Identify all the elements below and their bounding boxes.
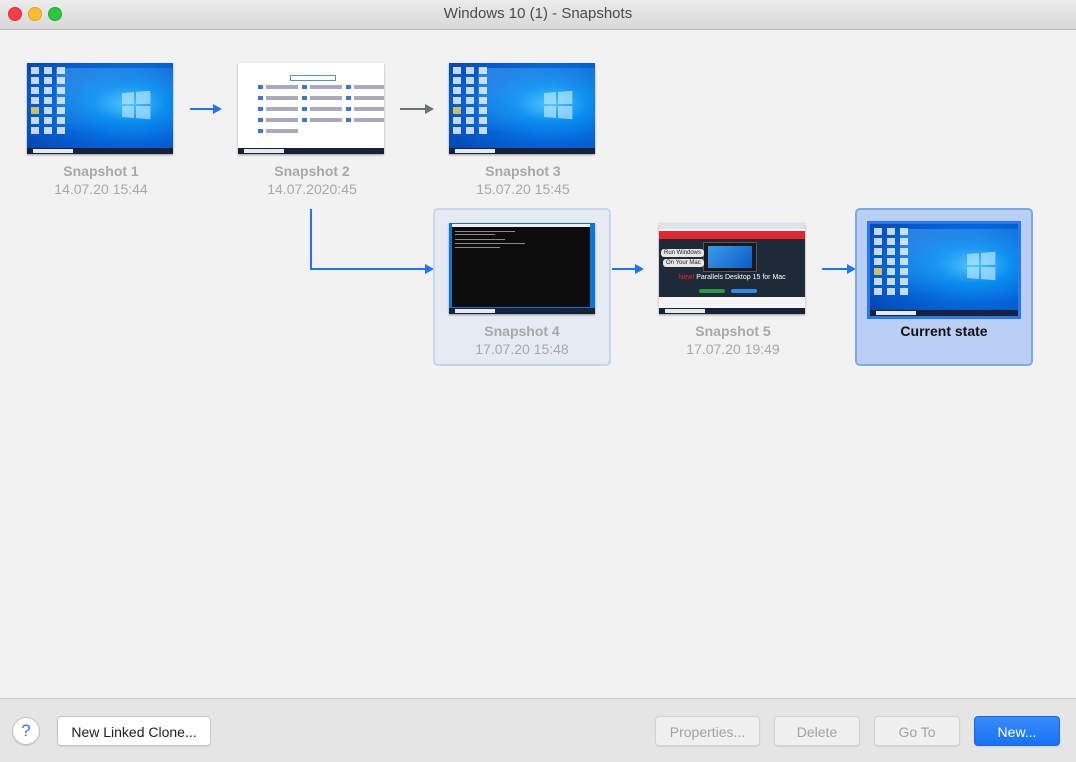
link-s4-s5 — [612, 268, 636, 270]
snapshot-thumbnail — [449, 63, 595, 154]
snapshot-name: Snapshot 5 — [695, 323, 771, 339]
desktop-icons — [874, 228, 909, 295]
question-mark-icon: ? — [21, 721, 31, 740]
current-state-node[interactable]: Current state — [855, 208, 1033, 366]
taskbar — [870, 310, 1018, 316]
windows-desktop-thumbnail — [870, 224, 1018, 316]
new-linked-clone-button[interactable]: New Linked Clone... — [57, 716, 211, 746]
snapshot-thumbnail — [238, 63, 384, 154]
snapshot-thumbnail — [449, 223, 595, 314]
link-s2-s4 — [310, 268, 426, 270]
snapshot-node[interactable]: Snapshot 3 15.07.20 15:45 — [434, 49, 612, 207]
new-snapshot-button[interactable]: New... — [974, 716, 1060, 746]
snapshot-node-selected[interactable]: Snapshot 4 17.07.20 15:48 — [433, 208, 611, 366]
current-state-label: Current state — [900, 323, 988, 339]
link-s2-s3 — [400, 108, 426, 110]
snapshot-thumbnail — [870, 224, 1018, 316]
snapshot-name: Snapshot 2 — [274, 163, 350, 179]
snapshot-thumbnail: Run Windows On Your Mac New! Parallels D… — [659, 223, 805, 314]
title-bar: Windows 10 (1) - Snapshots — [0, 0, 1076, 30]
delete-button[interactable]: Delete — [774, 716, 860, 746]
snapshot-date: 14.07.20 15:44 — [54, 181, 148, 197]
bottom-toolbar: ? New Linked Clone... Properties... Dele… — [0, 698, 1076, 762]
snapshot-node[interactable]: Run Windows On Your Mac New! Parallels D… — [644, 209, 822, 367]
taskbar — [27, 148, 173, 154]
link-s1-s2 — [190, 108, 214, 110]
link-s5-current — [822, 268, 848, 270]
command-prompt-thumbnail — [449, 223, 595, 314]
snapshot-name: Snapshot 3 — [485, 163, 561, 179]
snapshot-node[interactable]: Snapshot 2 14.07.2020:45 — [223, 49, 401, 207]
taskbar — [449, 308, 595, 314]
snapshot-date: 17.07.20 15:48 — [475, 341, 569, 357]
snapshot-thumbnail — [27, 63, 173, 154]
parallels-website-thumbnail: Run Windows On Your Mac New! Parallels D… — [659, 223, 805, 314]
desktop-icons — [31, 67, 66, 134]
snapshot-date: 15.07.20 15:45 — [476, 181, 570, 197]
snapshot-node[interactable]: Snapshot 1 14.07.20 15:44 — [12, 49, 190, 207]
taskbar — [238, 148, 384, 154]
window-title: Windows 10 (1) - Snapshots — [443, 5, 633, 22]
go-to-button[interactable]: Go To — [874, 716, 960, 746]
snapshot-name: Snapshot 1 — [63, 163, 139, 179]
thumbnail-text: On Your Mac — [663, 259, 704, 267]
snapshot-name: Snapshot 4 — [484, 323, 560, 339]
taskbar — [449, 148, 595, 154]
arrow-head-icon — [213, 104, 222, 114]
windows-logo-icon — [122, 90, 151, 120]
windows-desktop-thumbnail — [27, 63, 173, 154]
link-s2-s4-vertical — [310, 209, 312, 270]
thumbnail-headline: New! Parallels Desktop 15 for Mac — [678, 274, 786, 281]
taskbar — [659, 308, 805, 314]
snapshot-date: 17.07.20 19:49 — [686, 341, 780, 357]
snapshot-date: 14.07.2020:45 — [267, 181, 357, 197]
thumbnail-text: Run Windows — [661, 249, 705, 257]
windows-logo-icon — [544, 90, 573, 120]
windows-logo-icon — [966, 252, 996, 281]
properties-button[interactable]: Properties... — [655, 716, 760, 746]
settings-search-box — [290, 75, 336, 81]
arrow-head-icon — [425, 104, 434, 114]
windows-settings-thumbnail — [238, 63, 384, 154]
snapshot-tree: Snapshot 1 14.07.20 15:44 Snapshot 2 14.… — [0, 31, 1076, 699]
help-button[interactable]: ? — [12, 717, 40, 745]
arrow-head-icon — [635, 264, 644, 274]
desktop-icons — [453, 67, 488, 134]
windows-desktop-thumbnail — [449, 63, 595, 154]
